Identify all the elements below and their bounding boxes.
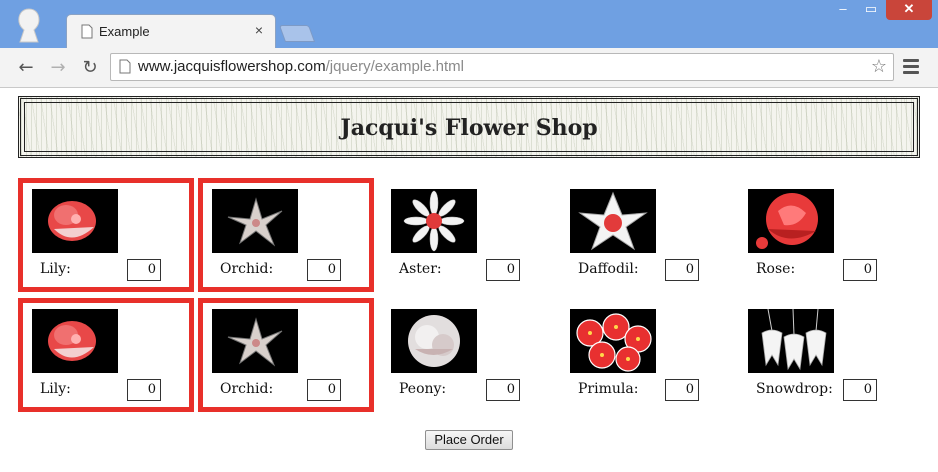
place-order-button[interactable]: Place Order bbox=[425, 430, 513, 450]
address-bar[interactable]: www.jacquisflowershop.com/jquery/example… bbox=[110, 53, 894, 81]
quantity-input[interactable]: 0 bbox=[486, 259, 520, 281]
rose-icon bbox=[748, 189, 834, 253]
page-title: Jacqui's Flower Shop bbox=[340, 115, 598, 141]
flower-label: Primula: bbox=[578, 381, 639, 397]
quantity-input[interactable]: 0 bbox=[307, 379, 341, 401]
quantity-input[interactable]: 0 bbox=[843, 379, 877, 401]
menu-icon[interactable] bbox=[903, 59, 919, 75]
maximize-button[interactable]: ▭ bbox=[858, 0, 884, 20]
flower-label: Orchid: bbox=[220, 381, 274, 397]
quantity-input[interactable]: 0 bbox=[843, 259, 877, 281]
tab-close-icon[interactable]: × bbox=[255, 22, 263, 38]
flower-label: Aster: bbox=[399, 261, 442, 277]
flower-cell: Primula: 0 bbox=[556, 298, 732, 412]
flower-label: Peony: bbox=[399, 381, 447, 397]
flower-label: Lily: bbox=[40, 261, 71, 277]
tab-title: Example bbox=[99, 24, 150, 39]
url-text[interactable]: www.jacquisflowershop.com/jquery/example… bbox=[138, 58, 464, 75]
flower-cell: Snowdrop: 0 bbox=[734, 298, 910, 412]
browser-titlebar: Example × – ▭ ✕ bbox=[0, 0, 938, 48]
flower-cell: Rose: 0 bbox=[734, 178, 910, 292]
flower-label: Daffodil: bbox=[578, 261, 639, 277]
flower-label: Orchid: bbox=[220, 261, 274, 277]
flower-label: Snowdrop: bbox=[756, 381, 833, 397]
orchid-icon bbox=[212, 309, 298, 373]
lily-icon bbox=[32, 189, 118, 253]
page-icon bbox=[81, 24, 93, 39]
close-window-button[interactable]: ✕ bbox=[886, 0, 932, 20]
user-avatar-icon[interactable] bbox=[12, 6, 46, 44]
minimize-button[interactable]: – bbox=[830, 0, 856, 20]
flower-cell: Peony: 0 bbox=[377, 298, 553, 412]
orchid-icon bbox=[212, 189, 298, 253]
quantity-input[interactable]: 0 bbox=[665, 379, 699, 401]
primula-icon bbox=[570, 309, 656, 373]
flower-cell: Aster: 0 bbox=[377, 178, 553, 292]
page-content: Jacqui's Flower Shop Lily: 0 Orchid: 0 Aster… bbox=[10, 88, 928, 472]
flower-cell: Daffodil: 0 bbox=[556, 178, 732, 292]
forward-arrow-icon[interactable]: → bbox=[48, 58, 68, 78]
lily-icon bbox=[32, 309, 118, 373]
flower-label: Lily: bbox=[40, 381, 71, 397]
flower-label: Rose: bbox=[756, 261, 796, 277]
back-arrow-icon[interactable]: ← bbox=[16, 58, 36, 78]
browser-tab[interactable]: Example × bbox=[66, 14, 276, 48]
peony-icon bbox=[391, 309, 477, 373]
flower-cell: Lily: 0 bbox=[18, 178, 194, 292]
quantity-input[interactable]: 0 bbox=[665, 259, 699, 281]
page-header: Jacqui's Flower Shop bbox=[18, 96, 920, 158]
flower-cell: Lily: 0 bbox=[18, 298, 194, 412]
aster-icon bbox=[391, 189, 477, 253]
snowdrop-icon bbox=[748, 309, 834, 373]
new-tab-button[interactable] bbox=[278, 25, 316, 42]
page-icon bbox=[119, 59, 131, 74]
quantity-input[interactable]: 0 bbox=[127, 259, 161, 281]
quantity-input[interactable]: 0 bbox=[486, 379, 520, 401]
flower-cell: Orchid: 0 bbox=[198, 178, 374, 292]
quantity-input[interactable]: 0 bbox=[307, 259, 341, 281]
bookmark-star-icon[interactable]: ☆ bbox=[871, 56, 887, 77]
quantity-input[interactable]: 0 bbox=[127, 379, 161, 401]
reload-icon[interactable]: ↻ bbox=[80, 58, 100, 78]
daffodil-icon bbox=[570, 189, 656, 253]
flower-cell: Orchid: 0 bbox=[198, 298, 374, 412]
